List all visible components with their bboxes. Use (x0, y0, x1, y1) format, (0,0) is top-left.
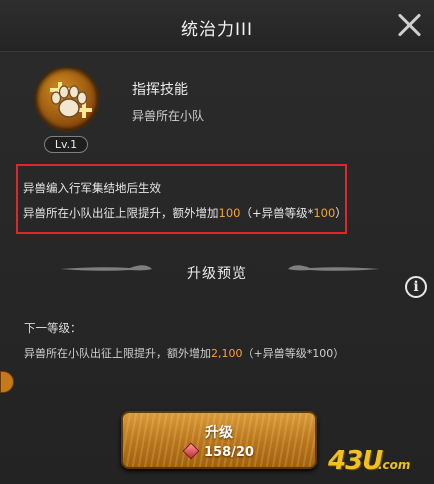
title-bar: 统治力III (0, 0, 434, 52)
next-level-text: 异兽所在小队出征上限提升，额外增加 (24, 347, 211, 360)
effect-highlight-box (16, 164, 347, 234)
skill-name: 指挥技能 (132, 82, 188, 98)
side-paw-icon[interactable] (0, 371, 14, 393)
skill-icon-frame (34, 66, 100, 132)
upgrade-preview-heading: 升级预览 (187, 266, 247, 282)
effect-multiplier: 100 (313, 206, 336, 220)
watermark-domain: .com (378, 458, 411, 472)
skill-type: 异兽所在小队 (132, 109, 205, 123)
effect-formula: （+异兽等级* (240, 206, 314, 220)
effect-formula-end: ） (335, 206, 347, 220)
upgrade-button[interactable]: 升级 158/20 (121, 411, 317, 469)
upgrade-cost: 158/20 (123, 442, 315, 460)
effect-text: 异兽所在小队出征上限提升，额外增加 (23, 206, 219, 220)
info-icon[interactable]: i (405, 276, 427, 298)
next-level-formula: （+异兽等级*100） (242, 347, 345, 360)
skill-panel: 统治力III Lv.1 指挥技能 异兽所在小队 异兽编入行军集结地后生效 异兽所… (0, 0, 434, 484)
paw-arrows-icon (34, 66, 100, 132)
upgrade-cost-value: 158/20 (204, 445, 254, 460)
level-badge: Lv.1 (44, 136, 88, 153)
window-title: 统治力III (180, 20, 254, 40)
watermark-logo: 43U (328, 446, 383, 476)
next-level-label: 下一等级： (24, 321, 82, 335)
effect-value: 100 (218, 206, 241, 220)
next-level-description: 异兽所在小队出征上限提升，额外增加2,100（+异兽等级*100） (24, 345, 344, 361)
gem-icon (182, 442, 200, 460)
close-icon[interactable] (396, 12, 422, 38)
next-level-value: 2,100 (211, 347, 243, 360)
effect-description: 异兽所在小队出征上限提升，额外增加100（+异兽等级*100） (23, 205, 347, 221)
effect-condition: 异兽编入行军集结地后生效 (23, 181, 161, 195)
upgrade-button-label: 升级 (205, 425, 233, 441)
